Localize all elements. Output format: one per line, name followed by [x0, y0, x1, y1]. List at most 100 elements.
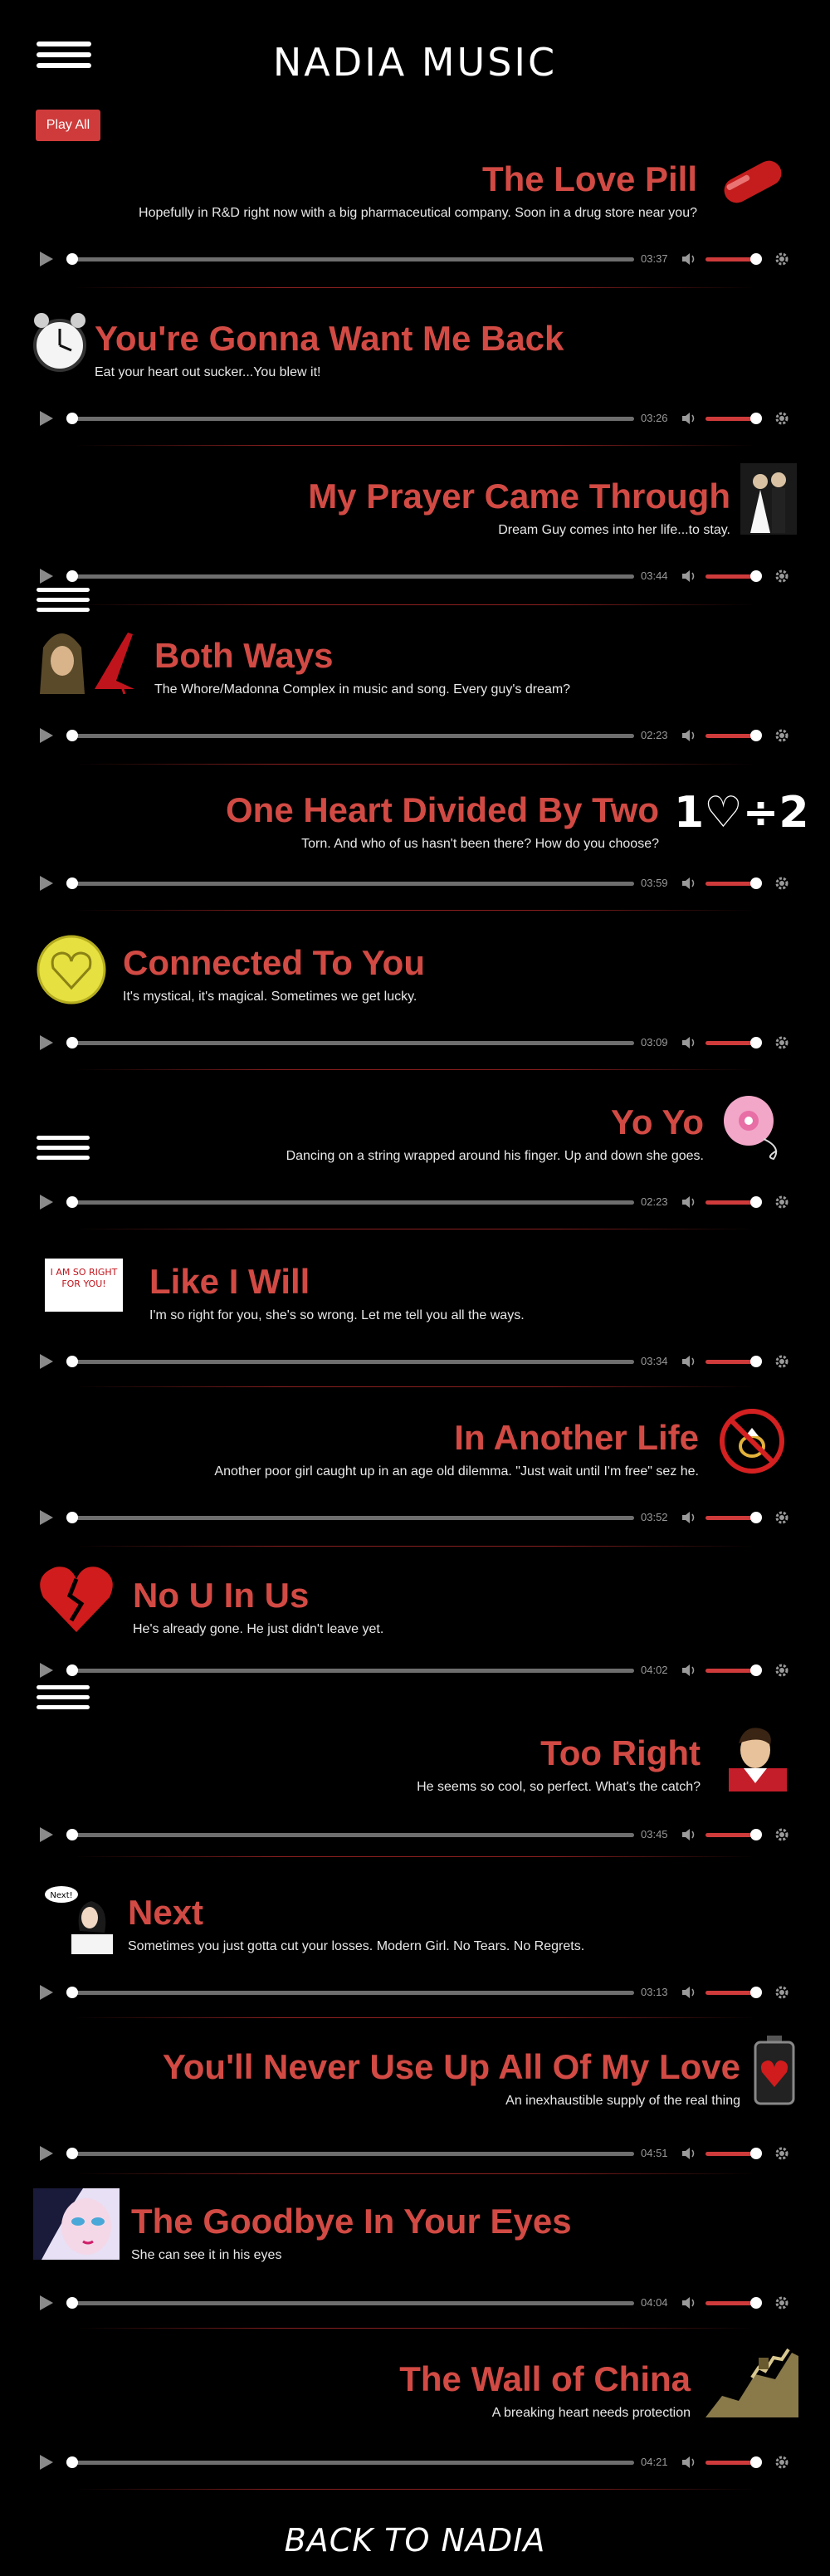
volume-slider[interactable] [706, 1833, 755, 1837]
gear-icon[interactable] [774, 1662, 790, 1679]
volume-handle[interactable] [750, 1356, 762, 1367]
progress-bar[interactable] [68, 574, 634, 579]
gear-icon[interactable] [774, 727, 790, 744]
play-icon[interactable] [40, 728, 53, 743]
volume-handle[interactable] [750, 2297, 762, 2309]
progress-handle[interactable] [66, 1037, 78, 1048]
volume-slider[interactable] [706, 257, 755, 262]
volume-handle[interactable] [750, 730, 762, 741]
volume-icon[interactable] [681, 1354, 697, 1369]
volume-handle[interactable] [750, 1037, 762, 1048]
progress-bar[interactable] [68, 734, 634, 738]
progress-handle[interactable] [66, 1512, 78, 1523]
progress-bar[interactable] [68, 417, 634, 421]
volume-handle[interactable] [750, 1512, 762, 1523]
play-icon[interactable] [40, 569, 53, 584]
play-icon[interactable] [40, 252, 53, 266]
volume-icon[interactable] [681, 2146, 697, 2161]
volume-icon[interactable] [681, 569, 697, 584]
gear-icon[interactable] [774, 1194, 790, 1210]
progress-handle[interactable] [66, 1664, 78, 1676]
volume-icon[interactable] [681, 252, 697, 266]
volume-icon[interactable] [681, 2295, 697, 2310]
play-all-button[interactable]: Play All [36, 110, 100, 141]
progress-bar[interactable] [68, 1669, 634, 1673]
play-icon[interactable] [40, 2146, 53, 2161]
volume-icon[interactable] [681, 2455, 697, 2470]
progress-handle[interactable] [66, 1356, 78, 1367]
progress-handle[interactable] [66, 413, 78, 424]
volume-icon[interactable] [681, 1985, 697, 2000]
progress-bar[interactable] [68, 1041, 634, 1045]
volume-icon[interactable] [681, 728, 697, 743]
progress-handle[interactable] [66, 2297, 78, 2309]
volume-icon[interactable] [681, 876, 697, 891]
gear-icon[interactable] [774, 2295, 790, 2311]
volume-icon[interactable] [681, 1827, 697, 1842]
gear-icon[interactable] [774, 410, 790, 427]
progress-bar[interactable] [68, 882, 634, 886]
play-icon[interactable] [40, 1985, 53, 2000]
play-icon[interactable] [40, 1195, 53, 1210]
volume-slider[interactable] [706, 1360, 755, 1364]
gear-icon[interactable] [774, 875, 790, 892]
gear-icon[interactable] [774, 1984, 790, 2001]
progress-bar[interactable] [68, 2301, 634, 2305]
volume-handle[interactable] [750, 1987, 762, 1998]
volume-icon[interactable] [681, 1195, 697, 1210]
back-link[interactable]: BACK TO NADIA [0, 2522, 830, 2559]
volume-slider[interactable] [706, 1516, 755, 1520]
volume-icon[interactable] [681, 1035, 697, 1050]
volume-icon[interactable] [681, 1510, 697, 1525]
play-icon[interactable] [40, 876, 53, 891]
play-icon[interactable] [40, 1827, 53, 1842]
play-icon[interactable] [40, 411, 53, 426]
progress-bar[interactable] [68, 1200, 634, 1205]
volume-handle[interactable] [750, 570, 762, 582]
volume-handle[interactable] [750, 413, 762, 424]
volume-handle[interactable] [750, 253, 762, 265]
gear-icon[interactable] [774, 1353, 790, 1370]
progress-handle[interactable] [66, 1829, 78, 1840]
progress-handle[interactable] [66, 2148, 78, 2159]
volume-slider[interactable] [706, 2152, 755, 2156]
play-icon[interactable] [40, 1663, 53, 1678]
progress-handle[interactable] [66, 253, 78, 265]
volume-handle[interactable] [750, 2148, 762, 2159]
volume-slider[interactable] [706, 734, 755, 738]
progress-bar[interactable] [68, 1360, 634, 1364]
progress-bar[interactable] [68, 2461, 634, 2465]
progress-bar[interactable] [68, 1991, 634, 1995]
progress-handle[interactable] [66, 877, 78, 889]
volume-slider[interactable] [706, 574, 755, 579]
volume-slider[interactable] [706, 2301, 755, 2305]
play-icon[interactable] [40, 1354, 53, 1369]
play-icon[interactable] [40, 1035, 53, 1050]
gear-icon[interactable] [774, 2454, 790, 2471]
progress-bar[interactable] [68, 1516, 634, 1520]
gear-icon[interactable] [774, 251, 790, 267]
volume-handle[interactable] [750, 1664, 762, 1676]
volume-slider[interactable] [706, 417, 755, 421]
volume-icon[interactable] [681, 1663, 697, 1678]
progress-bar[interactable] [68, 2152, 634, 2156]
volume-handle[interactable] [750, 1196, 762, 1208]
gear-icon[interactable] [774, 2145, 790, 2162]
play-icon[interactable] [40, 2295, 53, 2310]
gear-icon[interactable] [774, 1034, 790, 1051]
volume-slider[interactable] [706, 1041, 755, 1045]
play-icon[interactable] [40, 2455, 53, 2470]
volume-icon[interactable] [681, 411, 697, 426]
volume-slider[interactable] [706, 1200, 755, 1205]
volume-slider[interactable] [706, 2461, 755, 2465]
progress-handle[interactable] [66, 730, 78, 741]
progress-handle[interactable] [66, 2456, 78, 2468]
volume-slider[interactable] [706, 882, 755, 886]
progress-bar[interactable] [68, 1833, 634, 1837]
volume-slider[interactable] [706, 1991, 755, 1995]
gear-icon[interactable] [774, 568, 790, 584]
progress-handle[interactable] [66, 1987, 78, 1998]
progress-handle[interactable] [66, 1196, 78, 1208]
gear-icon[interactable] [774, 1826, 790, 1843]
gear-icon[interactable] [774, 1509, 790, 1526]
